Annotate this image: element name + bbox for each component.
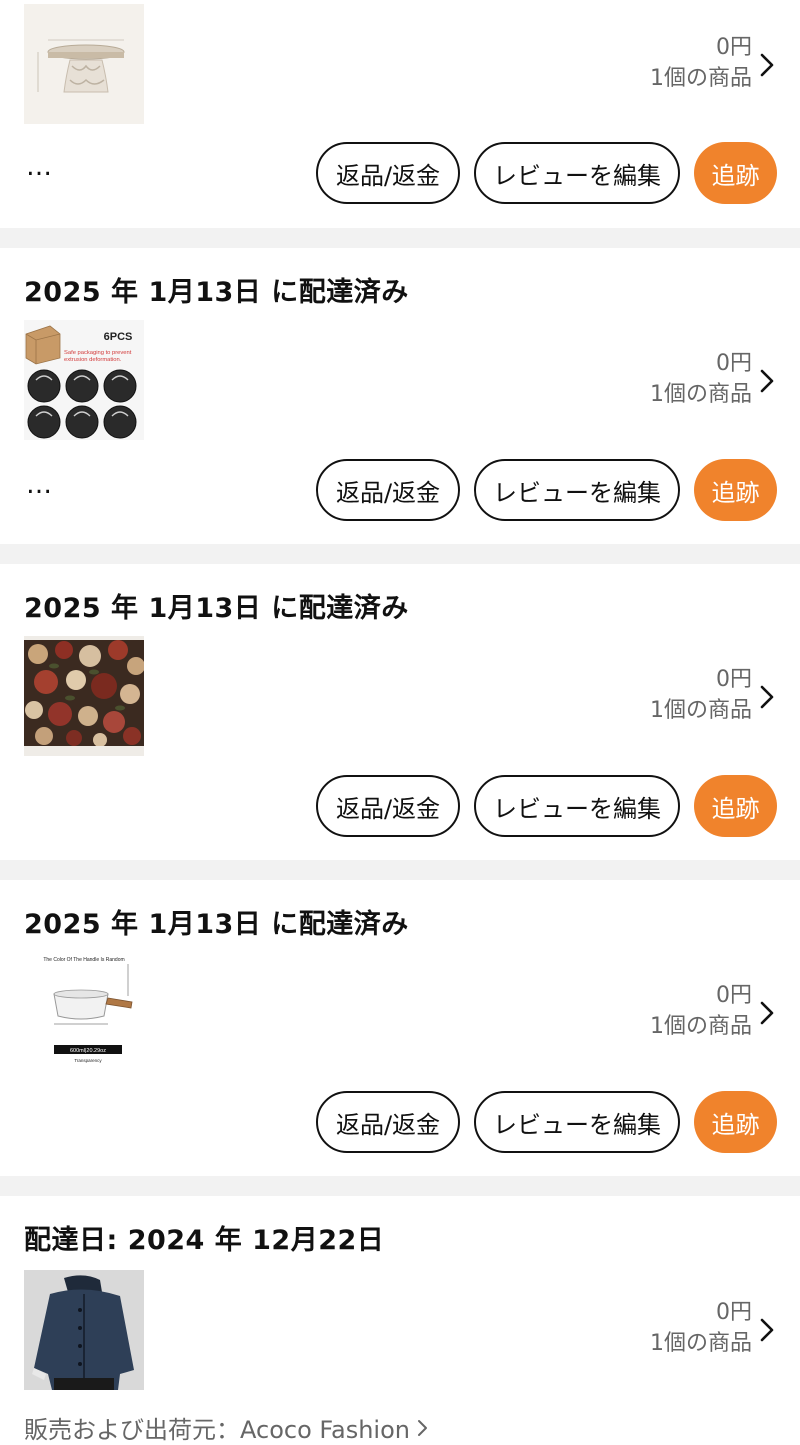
- return-refund-button[interactable]: 返品/返金: [316, 459, 460, 521]
- order-card: 配達日: 2024 年 12月22日 0円 1個の商品 販売および出荷元：Aco…: [0, 1196, 800, 1445]
- price-block[interactable]: 0円 1個の商品: [650, 665, 752, 727]
- more-icon[interactable]: …: [26, 470, 54, 500]
- seller-label: 販売および出荷元：Acoco Fashion: [24, 1416, 410, 1444]
- price-block[interactable]: 0円 1個の商品: [650, 981, 752, 1043]
- price-block[interactable]: 0円 1個の商品: [650, 349, 752, 411]
- edit-review-button[interactable]: レビューを編集: [474, 1091, 680, 1153]
- delivery-date-title: 2025 年 1月13日 に配達済み: [24, 593, 409, 624]
- price: 0円: [716, 1300, 752, 1325]
- delivery-date-title: 配達日: 2024 年 12月22日: [24, 1225, 385, 1256]
- item-count: 1個の商品: [650, 66, 752, 91]
- delivery-date-title: 2025 年 1月13日 に配達済み: [24, 277, 409, 308]
- tart-pans-image: 6PCS Safe packaging to prevent extrusion…: [24, 320, 144, 440]
- price: 0円: [716, 983, 752, 1008]
- order-card: 2025 年 1月13日 に配達済み 6PCS Safe packaging t…: [0, 248, 800, 544]
- chevron-right-icon: [417, 1419, 427, 1436]
- return-refund-button[interactable]: 返品/返金: [316, 1091, 460, 1153]
- seller-link[interactable]: 販売および出荷元：Acoco Fashion: [24, 1410, 430, 1445]
- svg-text:extrusion deformation.: extrusion deformation.: [64, 357, 122, 363]
- milk-pan-image: The Color Of The Handle Is Random 600ml|…: [24, 952, 144, 1072]
- chevron-right-icon[interactable]: [756, 366, 778, 396]
- item-count: 1個の商品: [650, 1014, 752, 1039]
- edit-review-button[interactable]: レビューを編集: [474, 142, 680, 204]
- product-thumbnail[interactable]: [24, 4, 144, 124]
- item-count: 1個の商品: [650, 382, 752, 407]
- item-count: 1個の商品: [650, 698, 752, 723]
- order-card: 2025 年 1月13日 に配達済み 0円 1個の商品 返品/返金 レビューを編…: [0, 564, 800, 860]
- chevron-right-icon[interactable]: [756, 1315, 778, 1345]
- product-thumbnail[interactable]: [24, 636, 144, 756]
- edit-review-button[interactable]: レビューを編集: [474, 775, 680, 837]
- product-caption: The Color Of The Handle Is Random: [43, 957, 124, 963]
- return-refund-button[interactable]: 返品/返金: [316, 775, 460, 837]
- round-stand-image: [24, 4, 144, 124]
- track-button[interactable]: 追跡: [694, 142, 777, 204]
- chevron-right-icon[interactable]: [756, 50, 778, 80]
- edit-review-button[interactable]: レビューを編集: [474, 459, 680, 521]
- product-thumbnail[interactable]: [24, 1270, 144, 1390]
- product-thumbnail[interactable]: The Color Of The Handle Is Random 600ml|…: [24, 952, 144, 1072]
- track-button[interactable]: 追跡: [694, 1091, 777, 1153]
- order-card: 2025 年 1月13日 に配達済み The Color Of The Hand…: [0, 880, 800, 1176]
- return-refund-button[interactable]: 返品/返金: [316, 142, 460, 204]
- price-block[interactable]: 0円 1個の商品: [650, 33, 752, 95]
- product-thumbnail[interactable]: 6PCS Safe packaging to prevent extrusion…: [24, 320, 144, 440]
- denim-jacket-image: [24, 1270, 144, 1390]
- price: 0円: [716, 35, 752, 60]
- svg-text:Safe packaging to prevent: Safe packaging to prevent: [64, 350, 132, 356]
- product-label: 6PCS: [104, 331, 133, 343]
- chevron-right-icon[interactable]: [756, 998, 778, 1028]
- more-icon[interactable]: …: [26, 152, 54, 182]
- product-subcaption: Transparency: [74, 1058, 102, 1063]
- price-block[interactable]: 0円 1個の商品: [650, 1298, 752, 1360]
- floral-fabric-image: [24, 636, 144, 756]
- delivery-date-title: 2025 年 1月13日 に配達済み: [24, 909, 409, 940]
- item-count: 1個の商品: [650, 1331, 752, 1356]
- chevron-right-icon[interactable]: [756, 682, 778, 712]
- track-button[interactable]: 追跡: [694, 459, 777, 521]
- track-button[interactable]: 追跡: [694, 775, 777, 837]
- product-label: 600ml|20.29oz: [70, 1048, 106, 1054]
- price: 0円: [716, 667, 752, 692]
- price: 0円: [716, 351, 752, 376]
- order-card: 0円 1個の商品 … 返品/返金 レビューを編集 追跡: [0, 0, 800, 228]
